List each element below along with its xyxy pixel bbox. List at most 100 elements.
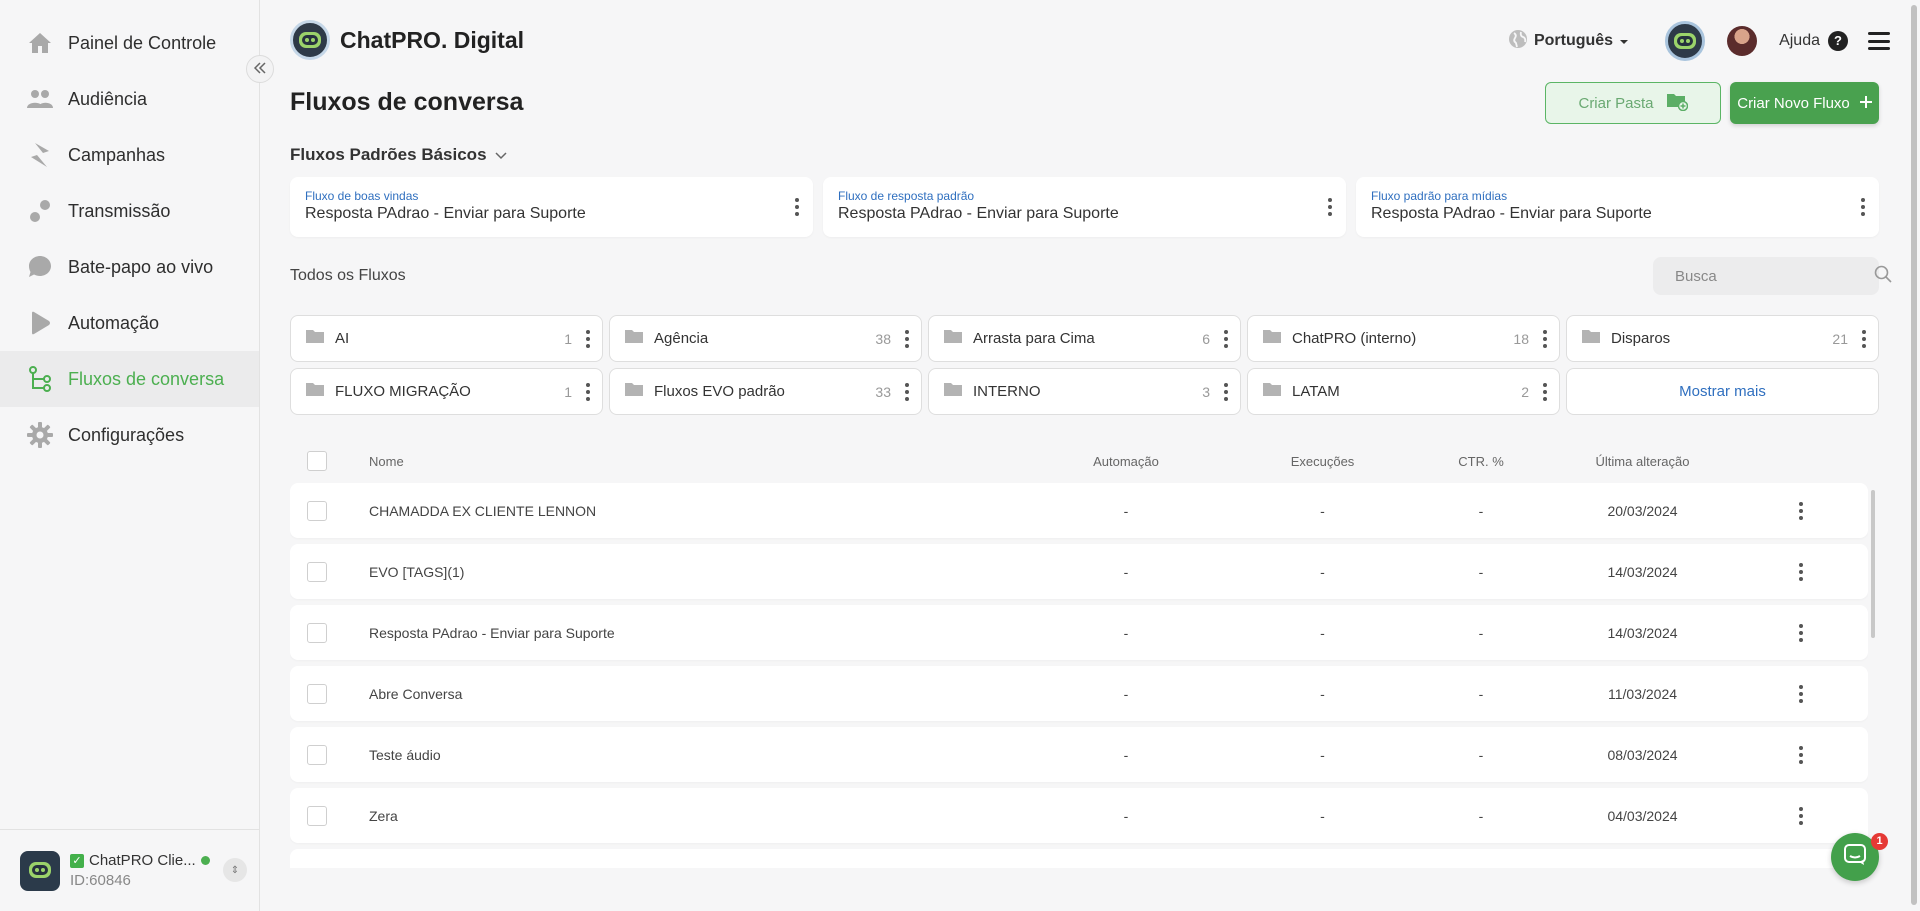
folder-icon (943, 381, 963, 402)
more-options-icon[interactable] (1799, 562, 1803, 581)
more-options-icon[interactable] (586, 383, 590, 401)
sidebar-item-campanhas[interactable]: Campanhas (0, 127, 259, 183)
more-options-icon[interactable] (1799, 806, 1803, 825)
table-row[interactable]: CHAMADDA EX CLIENTE LENNON - - - 20/03/2… (290, 483, 1868, 538)
sidebar-item-fluxos[interactable]: Fluxos de conversa (0, 351, 259, 407)
search-input[interactable] (1675, 267, 1874, 285)
folder-card[interactable]: LATAM 2 (1247, 368, 1560, 415)
flow-automation: - (1123, 685, 1129, 702)
folder-count: 2 (1521, 383, 1529, 400)
column-header-name[interactable]: Nome (369, 454, 1046, 469)
sidebar: Painel de Controle Audiência Campanhas T… (0, 0, 260, 911)
select-all-checkbox[interactable] (307, 451, 327, 471)
notification-badge: 1 (1871, 833, 1888, 850)
more-options-icon[interactable] (1862, 330, 1866, 348)
bot-avatar[interactable] (1665, 21, 1706, 61)
basic-flows-toggle[interactable]: Fluxos Padrões Básicos (290, 145, 507, 165)
flow-name[interactable]: Abre Conversa (369, 686, 1046, 702)
table-row[interactable]: EVO [TAGS](1) - - - 14/03/2024 (290, 544, 1868, 599)
folder-name: Arrasta para Cima (973, 330, 1095, 347)
online-status-dot (200, 856, 210, 865)
table-row[interactable]: Abre Conversa - - - 11/03/2024 (290, 666, 1868, 721)
show-more-folders-button[interactable]: Mostrar mais (1566, 368, 1879, 415)
table-row[interactable]: Teste áudio - - - 08/03/2024 (290, 727, 1868, 782)
flow-ctr: - (1478, 807, 1484, 824)
flow-last-modified: 20/03/2024 (1607, 502, 1678, 519)
flow-name[interactable]: EVO [TAGS](1) (369, 564, 1046, 580)
flow-executions: - (1320, 807, 1325, 824)
basic-flows-heading: Fluxos Padrões Básicos (290, 145, 487, 164)
page-scrollbar[interactable] (1908, 0, 1920, 911)
create-folder-button[interactable]: Criar Pasta (1545, 82, 1721, 124)
more-options-icon[interactable] (1799, 501, 1803, 520)
more-options-icon[interactable] (1224, 330, 1228, 348)
create-flow-label: Criar Novo Fluxo (1737, 94, 1850, 112)
create-flow-button[interactable]: Criar Novo Fluxo (1730, 82, 1879, 124)
more-options-icon[interactable] (1543, 330, 1547, 348)
flow-last-modified: 08/03/2024 (1607, 746, 1678, 763)
more-options-icon[interactable] (905, 330, 909, 348)
flow-automation: - (1123, 746, 1129, 763)
collapse-sidebar-button[interactable] (246, 55, 274, 83)
sidebar-item-label: Configurações (68, 424, 185, 445)
help-link[interactable]: Ajuda ? (1779, 31, 1848, 51)
language-selector[interactable]: Português (1508, 29, 1629, 54)
more-options-icon[interactable] (1799, 623, 1803, 642)
sidebar-item-automacao[interactable]: Automação (0, 295, 259, 351)
sidebar-item-bate-papo[interactable]: Bate-papo ao vivo (0, 239, 259, 295)
sidebar-item-configuracoes[interactable]: Configurações (0, 407, 259, 463)
sidebar-item-label: Bate-papo ao vivo (68, 256, 214, 277)
hamburger-menu-icon[interactable] (1868, 32, 1890, 50)
column-header-ctr[interactable]: CTR. % (1439, 454, 1523, 469)
folder-card[interactable]: AI 1 (290, 315, 603, 362)
folder-card[interactable]: INTERNO 3 (928, 368, 1241, 415)
flow-name[interactable]: Resposta PAdrao - Enviar para Suporte (369, 625, 1046, 641)
table-row[interactable]: Resposta PAdrao - Enviar para Suporte - … (290, 605, 1868, 660)
sidebar-item-label: Painel de Controle (68, 32, 217, 53)
more-options-icon[interactable] (1224, 383, 1228, 401)
folder-card[interactable]: Fluxos EVO padrão 33 (609, 368, 922, 415)
sidebar-item-transmissao[interactable]: Transmissão (0, 183, 259, 239)
switch-account-icon[interactable]: ⇕ (223, 858, 247, 882)
default-flow-value: Resposta PAdrao - Enviar para Suporte (305, 205, 586, 222)
column-header-automation[interactable]: Automação (1046, 454, 1206, 469)
folder-card[interactable]: Agência 38 (609, 315, 922, 362)
table-row[interactable]: Zera - - - 04/03/2024 (290, 788, 1868, 843)
folder-card[interactable]: ChatPRO (interno) 18 (1247, 315, 1560, 362)
table-scrollbar[interactable] (1871, 490, 1875, 638)
default-flow-card-media[interactable]: Fluxo padrão para mídias Resposta PAdrao… (1356, 177, 1879, 237)
more-options-icon[interactable] (1328, 198, 1332, 216)
row-checkbox[interactable] (307, 500, 327, 521)
more-options-icon[interactable] (1799, 745, 1803, 764)
account-switcher[interactable]: ✓ ChatPRO Clie... ID:60846 ⇕ (0, 829, 259, 911)
folder-card[interactable]: Arrasta para Cima 6 (928, 315, 1241, 362)
folder-icon (1262, 381, 1282, 402)
flow-name[interactable]: Zera (369, 808, 1046, 824)
user-avatar[interactable] (1727, 26, 1758, 56)
column-header-executions[interactable]: Execuções (1206, 454, 1439, 469)
more-options-icon[interactable] (586, 330, 590, 348)
brand-logo[interactable]: ChatPRO. Digital (290, 20, 524, 60)
column-header-last-modified[interactable]: Última alteração (1523, 454, 1762, 469)
more-options-icon[interactable] (795, 198, 799, 216)
search-icon[interactable] (1874, 265, 1892, 288)
home-icon (26, 29, 54, 57)
more-options-icon[interactable] (1861, 198, 1865, 216)
flow-executions: - (1320, 685, 1325, 702)
more-options-icon[interactable] (1799, 684, 1803, 703)
row-checkbox[interactable] (307, 683, 327, 704)
more-options-icon[interactable] (1543, 383, 1547, 401)
default-flow-card-welcome[interactable]: Fluxo de boas vindas Resposta PAdrao - E… (290, 177, 813, 237)
flow-name[interactable]: Teste áudio (369, 747, 1046, 763)
sidebar-item-audiencia[interactable]: Audiência (0, 71, 259, 127)
sidebar-item-painel[interactable]: Painel de Controle (0, 15, 259, 71)
folder-card[interactable]: FLUXO MIGRAÇÃO 1 (290, 368, 603, 415)
more-options-icon[interactable] (905, 383, 909, 401)
row-checkbox[interactable] (307, 744, 327, 765)
default-flow-card-response[interactable]: Fluxo de resposta padrão Resposta PAdrao… (823, 177, 1346, 237)
row-checkbox[interactable] (307, 805, 327, 826)
row-checkbox[interactable] (307, 561, 327, 582)
folder-card[interactable]: Disparos 21 (1566, 315, 1879, 362)
row-checkbox[interactable] (307, 622, 327, 643)
flow-name[interactable]: CHAMADDA EX CLIENTE LENNON (369, 503, 1046, 519)
